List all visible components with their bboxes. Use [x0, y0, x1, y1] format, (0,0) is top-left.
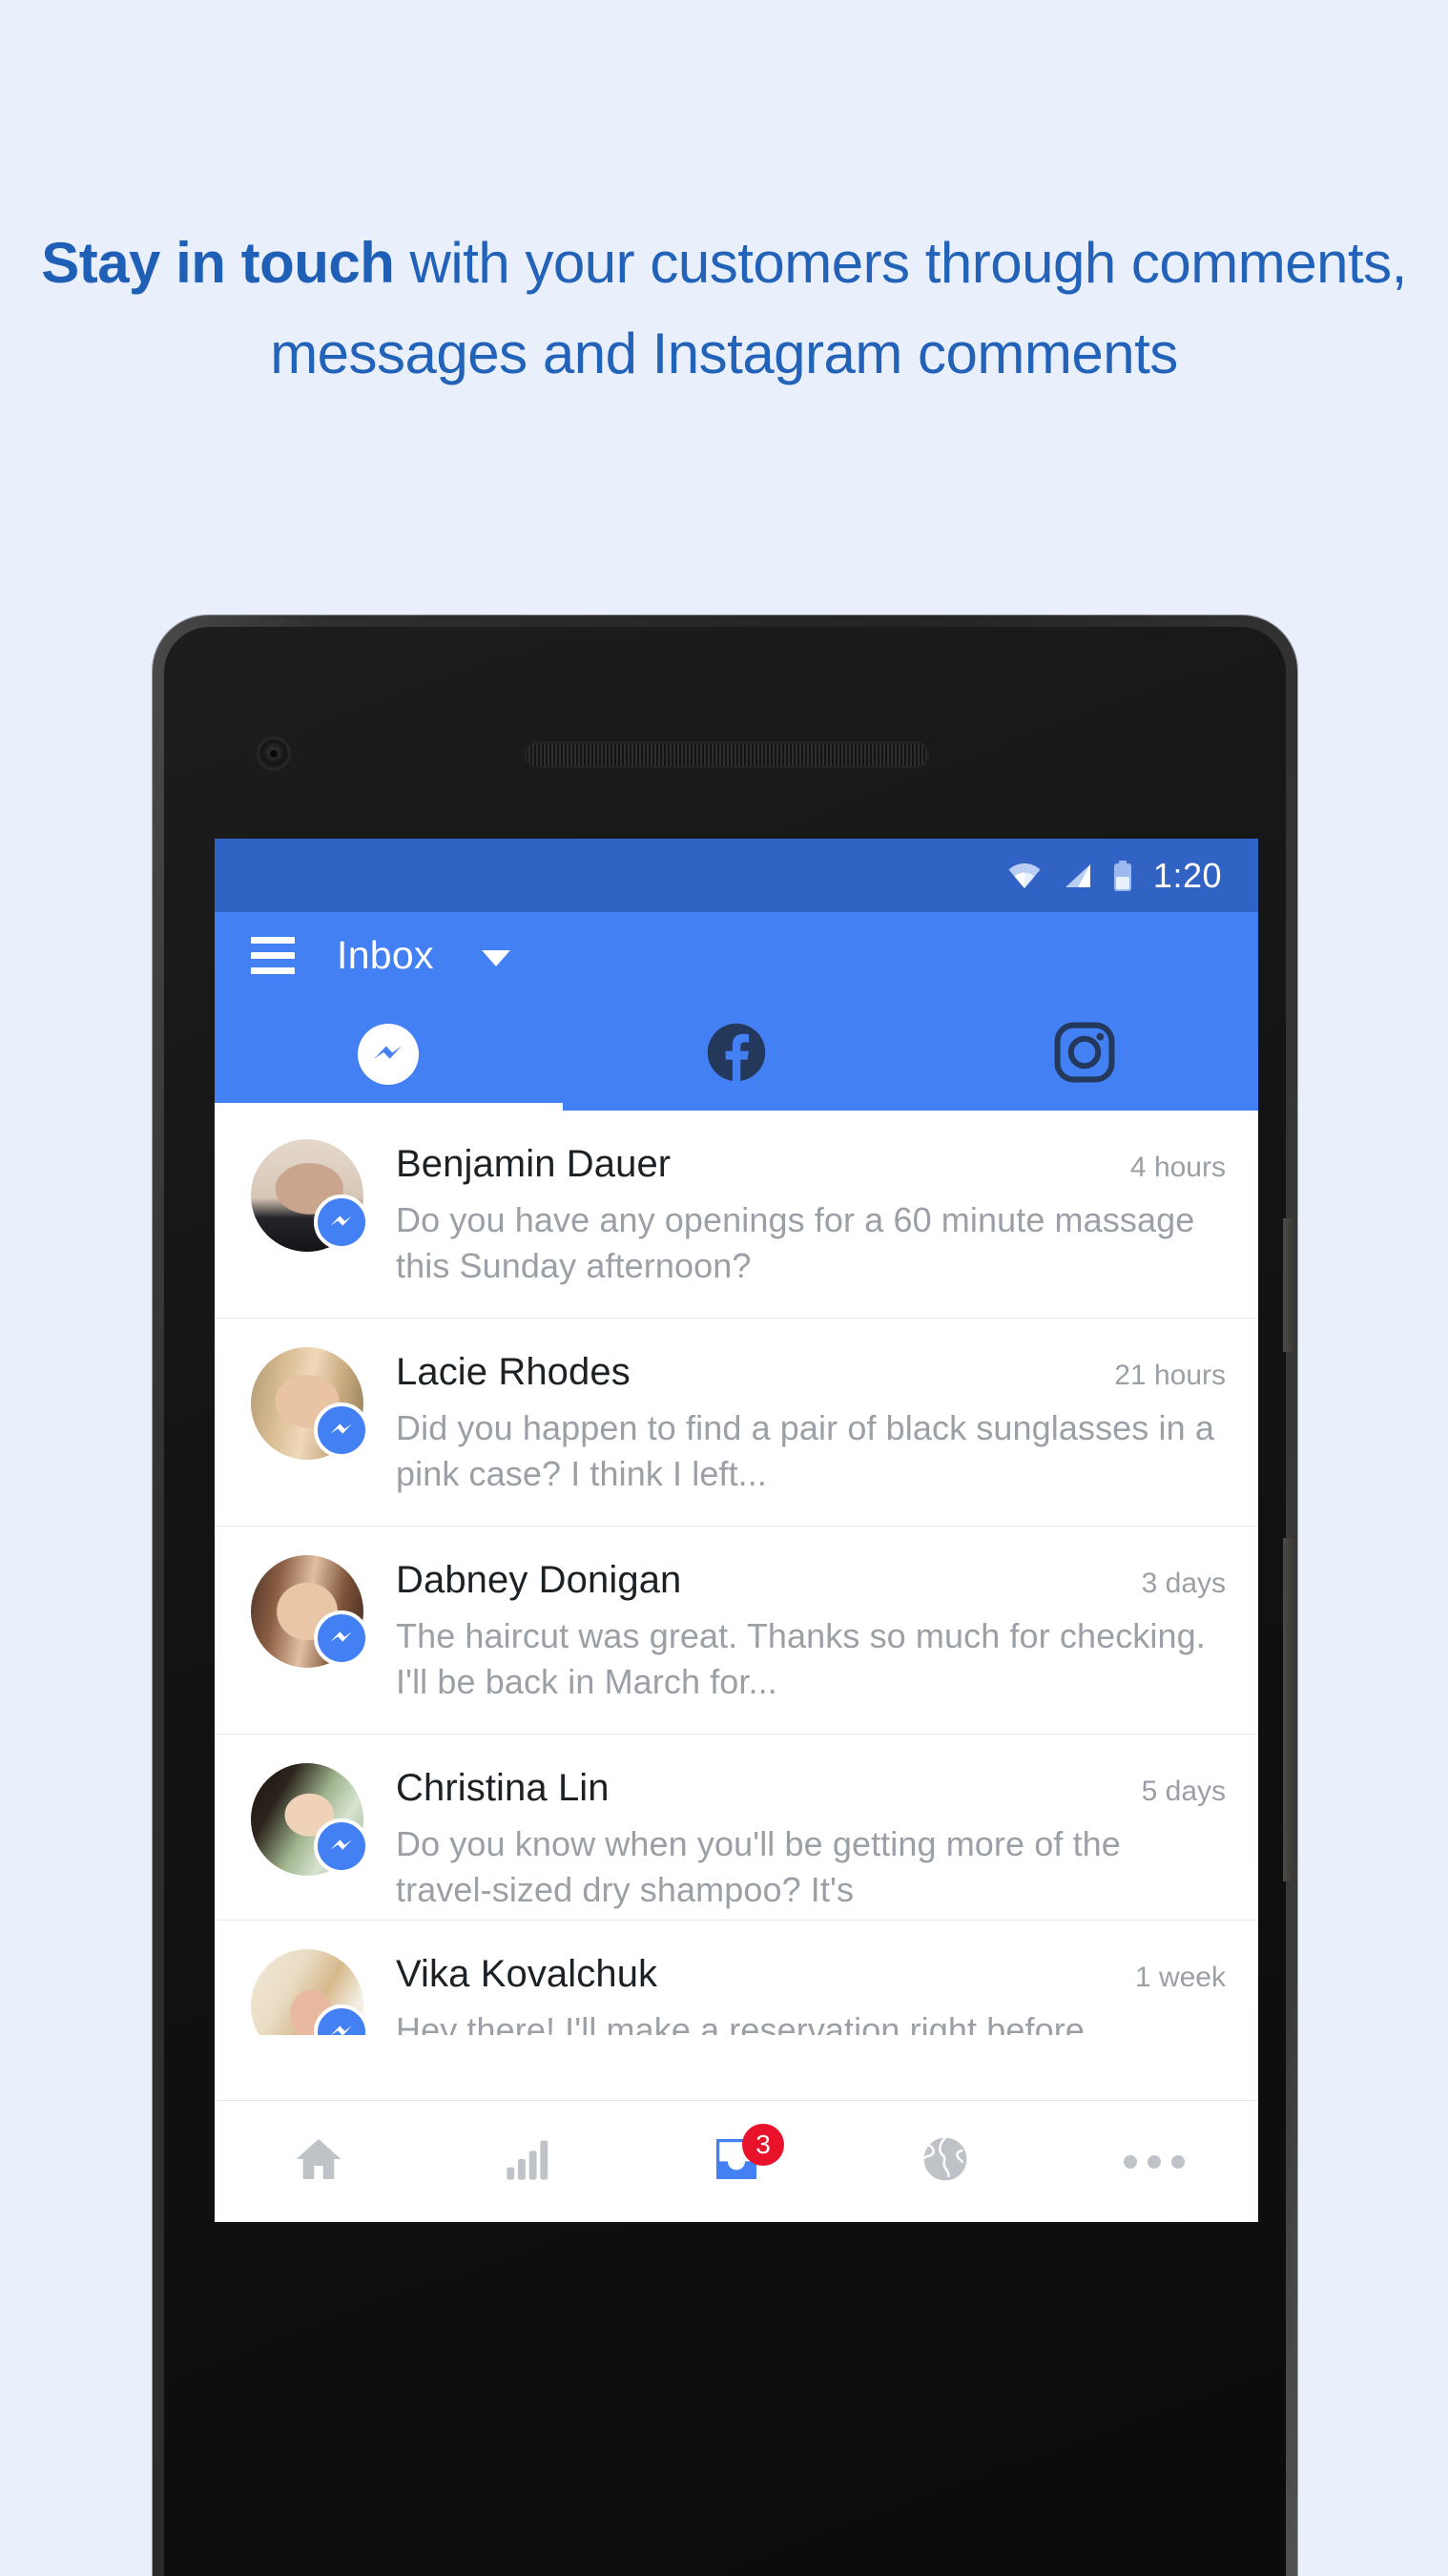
table-row[interactable]: Benjamin Dauer 4 hours Do you have any o…: [215, 1111, 1258, 1319]
thread-timestamp: 21 hours: [1114, 1360, 1226, 1391]
power-button[interactable]: [1283, 1218, 1294, 1352]
instagram-icon: [1054, 1022, 1115, 1088]
messenger-icon: [314, 1195, 369, 1250]
tab-selected-indicator: [215, 1103, 563, 1111]
nav-insights[interactable]: [424, 2101, 632, 2222]
inbox-title[interactable]: Inbox: [337, 933, 434, 978]
nav-inbox[interactable]: 3: [632, 2101, 841, 2222]
headline-rest: with your customers through comments, me…: [270, 231, 1407, 385]
messenger-icon: [358, 1024, 420, 1085]
facebook-icon: [706, 1022, 767, 1088]
thread-timestamp: 5 days: [1141, 1776, 1226, 1807]
channel-tab-bar: [215, 998, 1258, 1111]
chevron-down-icon[interactable]: [481, 949, 510, 966]
table-row[interactable]: Dabney Donigan 3 days The haircut was gr…: [215, 1527, 1258, 1735]
nav-more[interactable]: [1049, 2101, 1258, 2222]
wifi-icon: [1008, 862, 1041, 888]
nav-home[interactable]: [215, 2101, 424, 2222]
thread-sender-name: Vika Kovalchuk: [396, 1953, 658, 1995]
table-row[interactable]: Christina Lin 5 days Do you know when yo…: [215, 1735, 1258, 1921]
globe-icon: [919, 2132, 972, 2191]
messenger-icon: [314, 1610, 369, 1666]
tab-messenger[interactable]: [215, 998, 563, 1111]
page-headline: Stay in touch with your customers throug…: [0, 218, 1448, 399]
thread-preview-text: Did you happen to find a pair of black s…: [396, 1408, 1214, 1493]
avatar: [251, 1555, 369, 1668]
thread-sender-name: Dabney Donigan: [396, 1559, 682, 1601]
status-icons: [1008, 860, 1132, 891]
thread-timestamp: 1 week: [1134, 1962, 1226, 1993]
thread-sender-name: Benjamin Dauer: [396, 1143, 672, 1185]
phone-bezel: 1:20 Inbox Benjamin Dauer 4 hours Do you…: [164, 627, 1294, 2576]
table-row[interactable]: Vika Kovalchuk 1 week Hey there! I'll ma…: [215, 1921, 1258, 2035]
status-badge: 3: [741, 2124, 784, 2166]
front-camera-icon: [259, 739, 288, 768]
phone-mockup: 1:20 Inbox Benjamin Dauer 4 hours Do you…: [153, 615, 1297, 2576]
thread-timestamp: 3 days: [1141, 1568, 1226, 1599]
thread-sender-name: Lacie Rhodes: [396, 1351, 631, 1393]
more-dots-icon: [1123, 2154, 1185, 2169]
tab-facebook[interactable]: [563, 998, 911, 1111]
message-thread-list: Benjamin Dauer 4 hours Do you have any o…: [215, 1111, 1258, 2035]
status-bar: 1:20: [215, 839, 1258, 912]
hamburger-menu-icon[interactable]: [251, 936, 295, 974]
phone-screen: 1:20 Inbox Benjamin Dauer 4 hours Do you…: [215, 839, 1258, 2222]
app-bar: Inbox: [215, 912, 1258, 998]
bar-chart-icon: [503, 2134, 552, 2189]
promo-screenshot: Stay in touch with your customers throug…: [0, 0, 1448, 2576]
messenger-icon: [314, 1818, 369, 1874]
avatar: [251, 1949, 369, 2035]
thread-preview-text: Do you have any openings for a 60 minute…: [396, 1200, 1195, 1285]
messenger-icon: [314, 1402, 369, 1458]
earpiece-speaker: [525, 741, 929, 768]
volume-button[interactable]: [1283, 1538, 1294, 1881]
bottom-navigation-bar: 3: [215, 2100, 1258, 2222]
thread-sender-name: Christina Lin: [396, 1767, 610, 1809]
thread-preview-text: Hey there! I'll make a reservation right…: [396, 2010, 1114, 2035]
thread-preview-text: The haircut was great. Thanks so much fo…: [396, 1616, 1206, 1701]
thread-preview-text: Do you know when you'll be getting more …: [396, 1824, 1121, 1909]
avatar: [251, 1763, 369, 1876]
nav-globe[interactable]: [840, 2101, 1049, 2222]
tab-instagram[interactable]: [910, 998, 1258, 1111]
signal-icon: [1062, 862, 1092, 889]
avatar: [251, 1347, 369, 1460]
avatar: [251, 1139, 369, 1252]
thread-timestamp: 4 hours: [1129, 1152, 1226, 1183]
headline-bold: Stay in touch: [41, 231, 395, 295]
battery-icon: [1113, 860, 1132, 891]
home-icon: [292, 2132, 345, 2191]
status-bar-clock: 1:20: [1152, 855, 1222, 895]
table-row[interactable]: Lacie Rhodes 21 hours Did you happen to …: [215, 1319, 1258, 1527]
